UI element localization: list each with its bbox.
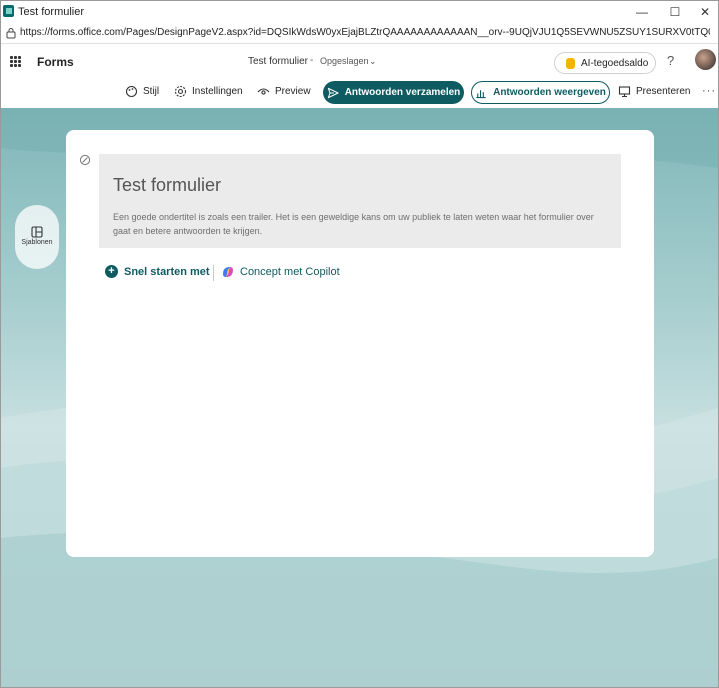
minimize-button[interactable]: — — [629, 3, 655, 21]
present-button[interactable]: Presenteren — [618, 85, 690, 98]
url-text[interactable]: https://forms.office.com/Pages/DesignPag… — [20, 27, 710, 38]
eye-icon — [257, 88, 270, 95]
app-brand[interactable]: Forms — [37, 55, 74, 69]
action-divider — [213, 265, 214, 281]
form-card: Test formulier Een goede ondertitel is z… — [66, 130, 654, 557]
palette-icon — [125, 85, 138, 98]
form-subtitle[interactable]: Een goede ondertitel is zoals een traile… — [113, 210, 613, 238]
bar-chart-icon — [476, 89, 486, 98]
app-launcher-icon[interactable] — [10, 56, 21, 67]
chevron-down-icon[interactable]: ⌄ — [369, 56, 377, 67]
ai-credits-button[interactable]: AI-tegoedsaldo — [554, 52, 656, 74]
preview-button[interactable]: Preview — [257, 85, 311, 98]
coin-icon — [566, 58, 575, 69]
settings-button[interactable]: Instellingen — [174, 85, 243, 98]
copilot-draft-button[interactable]: Concept met Copilot — [221, 265, 340, 279]
quick-start-label: Snel starten met — [124, 265, 210, 278]
save-status[interactable]: Opgeslagen — [320, 56, 369, 66]
ai-credits-label: AI-tegoedsaldo — [581, 58, 649, 69]
app-header: Forms Test formulier - Opgeslagen ⌄ AI-t… — [1, 44, 718, 78]
form-header[interactable]: Test formulier Een goede ondertitel is z… — [99, 154, 621, 248]
preview-label: Preview — [275, 86, 311, 97]
close-button[interactable]: ✕ — [692, 3, 718, 21]
view-responses-label: Antwoorden weergeven — [493, 87, 606, 98]
collect-responses-label: Antwoorden verzamelen — [344, 87, 461, 98]
style-button[interactable]: Stijl — [125, 85, 159, 98]
collect-responses-button[interactable]: Antwoorden verzamelen — [323, 81, 464, 104]
title-separator: - — [310, 55, 314, 66]
more-options-icon[interactable]: ··· — [702, 85, 716, 97]
view-responses-button[interactable]: Antwoorden weergeven — [471, 81, 610, 104]
gear-icon — [174, 85, 187, 98]
address-bar[interactable]: https://forms.office.com/Pages/DesignPag… — [1, 23, 718, 44]
document-name[interactable]: Test formulier — [248, 56, 308, 67]
copilot-icon[interactable] — [79, 154, 91, 166]
maximize-button[interactable]: ☐ — [662, 3, 688, 21]
send-icon — [327, 87, 339, 98]
help-icon[interactable]: ? — [667, 53, 674, 68]
quick-start-button[interactable]: + Snel starten met — [105, 265, 210, 278]
avatar[interactable] — [695, 49, 716, 70]
monitor-icon — [618, 86, 631, 98]
design-toolbar: Stijl Instellingen Preview Antwoorden ve… — [1, 78, 718, 108]
forms-app-icon — [3, 5, 14, 17]
present-label: Presenteren — [636, 86, 691, 97]
form-title[interactable]: Test formulier — [113, 175, 221, 196]
style-label: Stijl — [143, 86, 160, 97]
settings-label: Instellingen — [192, 86, 243, 97]
layout-icon — [31, 226, 43, 238]
templates-label: Sjablonen — [21, 239, 53, 246]
window-titlebar: Test formulier — ☐ ✕ — [1, 1, 718, 23]
templates-button[interactable]: Sjablonen — [15, 205, 59, 269]
design-canvas: Sjablonen Test formulier Een goede onder… — [1, 108, 718, 687]
lock-icon — [6, 28, 16, 39]
copilot-draft-label: Concept met Copilot — [240, 266, 340, 278]
window-title: Test formulier — [18, 6, 85, 18]
plus-icon: + — [105, 265, 118, 278]
copilot-logo-icon — [223, 267, 233, 277]
